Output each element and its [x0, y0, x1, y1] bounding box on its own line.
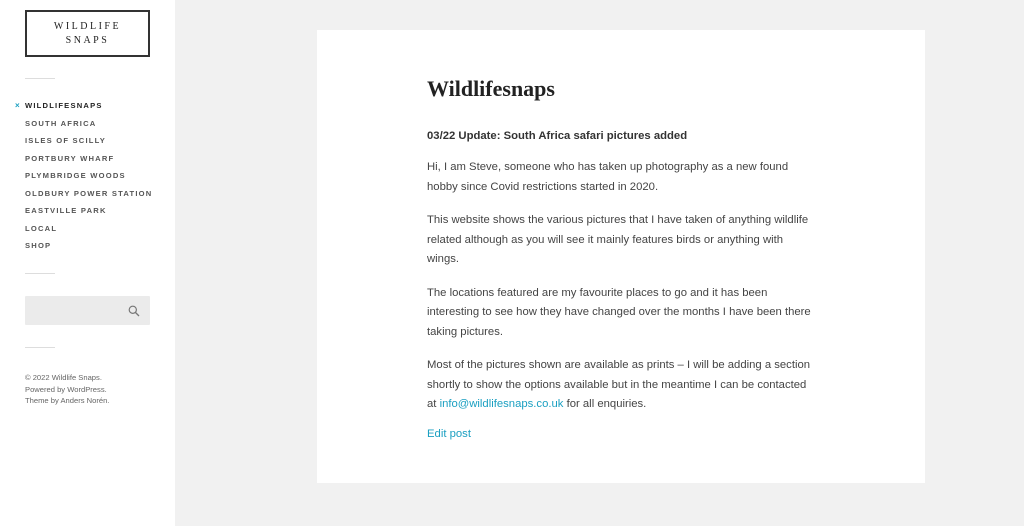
footer-credits: © 2022 Wildlife Snaps. Powered by WordPr…	[25, 372, 109, 407]
nav-item-plymbridge-woods[interactable]: PLYMBRIDGE WOODS	[25, 171, 152, 189]
nav-item-wildlifesnaps[interactable]: × WILDLIFESNAPS	[15, 101, 152, 119]
powered-by-text: Powered by WordPress.	[25, 384, 107, 394]
sidebar: WILDLIFE SNAPS × WILDLIFESNAPS SOUTH AFR…	[0, 0, 175, 526]
nav-item-eastville-park[interactable]: EASTVILLE PARK	[25, 206, 152, 224]
page-title: Wildlifesnaps	[427, 76, 555, 101]
post-content: Wildlifesnaps 03/22 Update: South Africa…	[427, 76, 817, 444]
nav-item-label: SHOP	[25, 241, 52, 250]
nav-item-label: LOCAL	[25, 223, 58, 233]
nav-item-oldbury-power-station[interactable]: OLDBURY POWER STATION	[25, 189, 152, 207]
email-link[interactable]: info@wildlifesnaps.co.uk	[440, 398, 564, 410]
nav-item-label: EASTVILLE PARK	[25, 206, 107, 215]
edit-post-link[interactable]: Edit post	[427, 425, 471, 444]
search-input[interactable]	[25, 296, 120, 325]
main-nav: × WILDLIFESNAPS SOUTH AFRICA ISLES OF SC…	[15, 101, 152, 259]
about-paragraph: This website shows the various pictures …	[427, 214, 809, 265]
prints-paragraph: Most of the pictures shown are available…	[427, 356, 817, 415]
nav-item-portbury-wharf[interactable]: PORTBURY WHARF	[25, 154, 152, 172]
locations-paragraph: The locations featured are my favourite …	[427, 286, 811, 338]
site-logo[interactable]: WILDLIFE SNAPS	[25, 10, 150, 57]
logo-line-1: WILDLIFE	[53, 20, 122, 32]
nav-item-south-africa[interactable]: SOUTH AFRICA	[25, 119, 152, 137]
divider	[25, 78, 55, 79]
search-icon[interactable]	[128, 304, 140, 317]
divider	[25, 347, 55, 348]
nav-item-label: WILDLIFESNAPS	[25, 101, 103, 110]
update-notice: 03/22 Update: South Africa safari pictur…	[427, 130, 688, 142]
nav-item-isles-of-scilly[interactable]: ISLES OF SCILLY	[25, 136, 152, 154]
nav-item-shop[interactable]: SHOP	[25, 241, 152, 259]
nav-item-label: OLDBURY POWER STATION	[25, 188, 153, 198]
nav-item-label: SOUTH AFRICA	[25, 118, 97, 128]
nav-item-local[interactable]: LOCAL	[25, 224, 152, 242]
logo-line-2: SNAPS	[65, 34, 110, 46]
nav-item-label: PLYMBRIDGE WOODS	[25, 171, 126, 180]
nav-item-label: ISLES OF SCILLY	[25, 136, 107, 145]
theme-credit-text: Theme by Anders Norén.	[25, 396, 110, 405]
prints-text-end: for all enquiries.	[563, 398, 647, 410]
divider	[25, 273, 55, 274]
copyright-text: © 2022 Wildlife Snaps.	[25, 373, 102, 382]
active-marker-icon: ×	[15, 101, 21, 110]
nav-item-label: PORTBURY WHARF	[25, 153, 115, 163]
intro-paragraph: Hi, I am Steve, someone who has taken up…	[427, 161, 789, 193]
search-form	[25, 296, 150, 325]
post-card: Wildlifesnaps 03/22 Update: South Africa…	[317, 30, 925, 483]
